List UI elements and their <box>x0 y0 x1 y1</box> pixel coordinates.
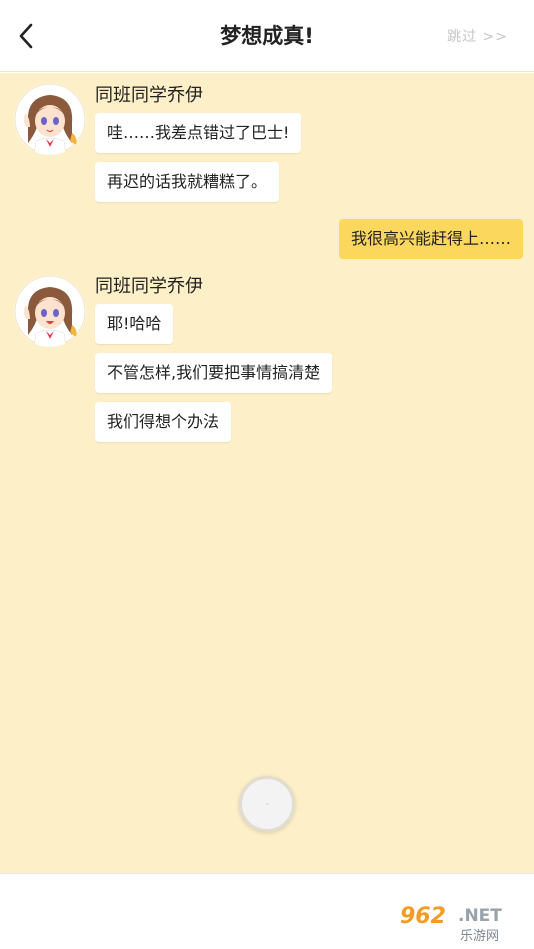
self-message-bubble: 我很高兴能赶得上…… <box>338 219 523 259</box>
svg-text:.NET: .NET <box>458 906 502 926</box>
avatar <box>14 275 86 347</box>
girl-avatar-icon <box>14 275 86 347</box>
speaker-name: 同班同学乔伊 <box>95 276 203 297</box>
girl-avatar-icon <box>14 83 86 155</box>
record-button[interactable] <box>239 776 295 832</box>
record-dot-icon <box>266 803 268 805</box>
watermark-logo-icon: 962 .NET 乐游网 <box>394 899 528 945</box>
message-bubble: 耶!哈哈 <box>95 304 174 344</box>
header-bar: 梦想成真! 跳过 >> <box>0 0 534 72</box>
footer-bar: 962 .NET 乐游网 <box>0 873 534 949</box>
avatar <box>14 83 86 155</box>
message-bubble: 哇……我差点错过了巴士! <box>95 113 302 153</box>
message-bubble: 我们得想个办法 <box>95 402 232 442</box>
speaker-name: 同班同学乔伊 <box>95 85 203 106</box>
message-bubble: 再迟的话我就糟糕了。 <box>95 162 280 202</box>
svg-text:962: 962 <box>400 904 446 929</box>
skip-button[interactable]: 跳过 >> <box>447 26 508 46</box>
svg-text:乐游网: 乐游网 <box>460 929 499 944</box>
chat-area: 同班同学乔伊 哇……我差点错过了巴士! 再迟的话我就糟糕了。 我很高兴能赶得上…… <box>0 73 534 873</box>
message-bubble: 不管怎样,我们要把事情搞清楚 <box>95 353 333 393</box>
